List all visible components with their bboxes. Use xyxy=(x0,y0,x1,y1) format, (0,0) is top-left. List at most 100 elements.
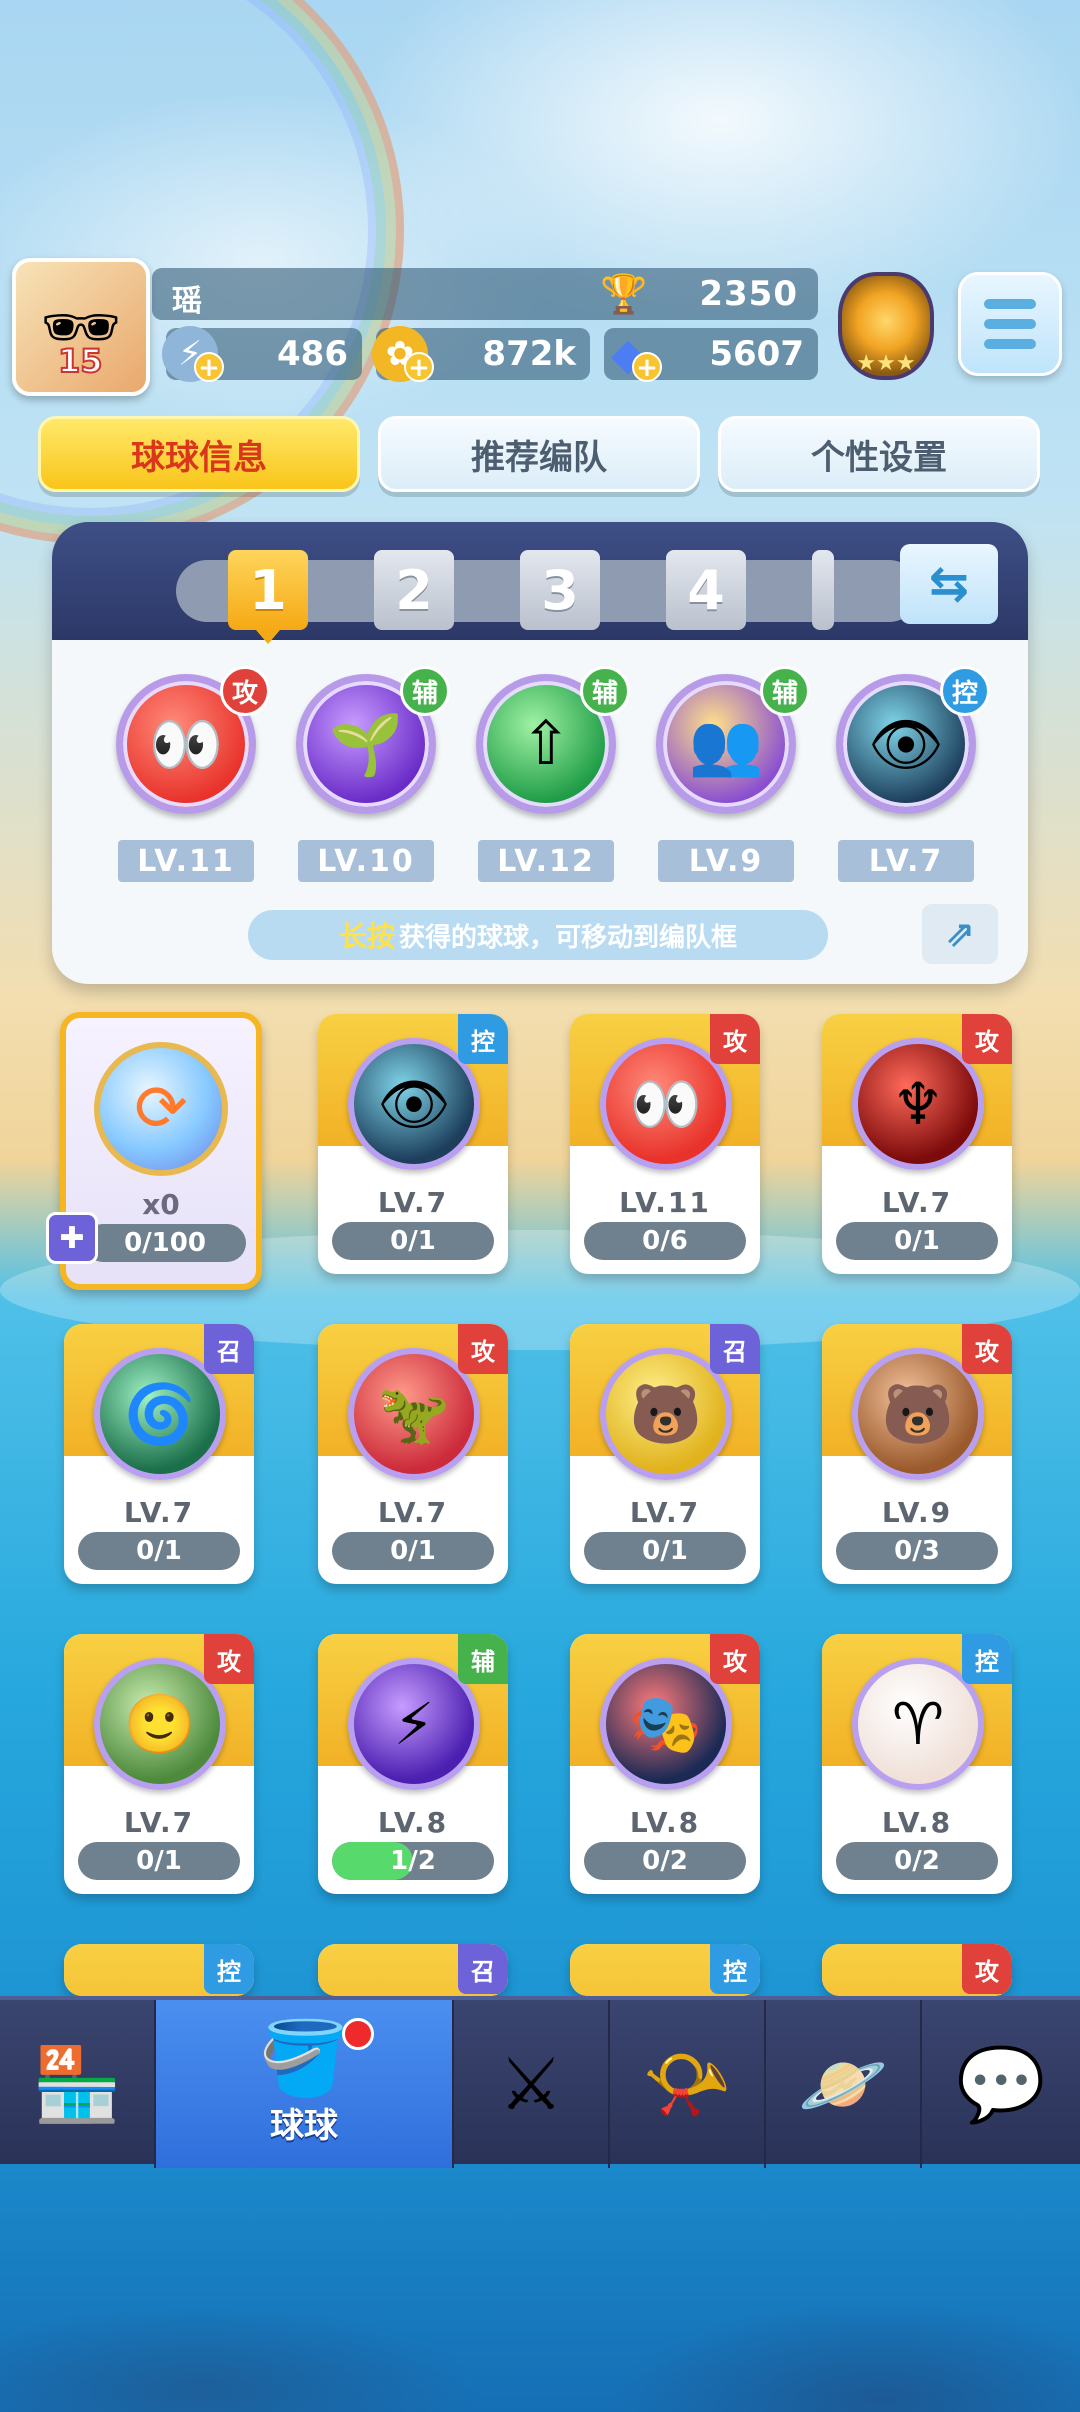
role-tag: 攻 xyxy=(962,1014,1012,1064)
card-level: LV.11 xyxy=(619,1186,711,1219)
ball-card-partial[interactable]: 召 xyxy=(318,1944,508,1996)
team-slot-1[interactable]: 1 xyxy=(228,550,308,644)
team-member[interactable]: 👁 控 LV.7 xyxy=(828,666,990,924)
ball-card[interactable]: 🙂 攻 LV.7 0/1 xyxy=(64,1634,254,1894)
team-slot-4[interactable]: 4 xyxy=(666,550,746,630)
role-tag: 辅 xyxy=(458,1634,508,1684)
ball-card[interactable]: 🎭 攻 LV.8 0/2 xyxy=(570,1634,760,1894)
card-progress-bar: 0/2 xyxy=(836,1842,998,1880)
member-level: LV.7 xyxy=(838,840,974,882)
nav-whistle[interactable]: 📯 xyxy=(610,2000,766,2168)
tab-ball-info[interactable]: 球球信息 xyxy=(38,416,360,492)
role-tag: 召 xyxy=(710,1324,760,1374)
player-name-bar: 瑶 🏆 2350 xyxy=(152,268,818,320)
card-progress-text: 0/3 xyxy=(894,1536,940,1566)
card-progress-bar: 1/2 xyxy=(332,1842,494,1880)
role-tag: 攻 xyxy=(710,1634,760,1684)
ball-card[interactable]: 🦖 攻 LV.7 0/1 xyxy=(318,1324,508,1584)
role-tag: 攻 xyxy=(220,666,270,716)
rank-badge-icon[interactable]: ★★★ xyxy=(838,272,934,380)
energy-resource[interactable]: ⚡ + 486 xyxy=(162,326,362,382)
team-slot-3[interactable]: 3 xyxy=(520,550,600,630)
avatar-level: 15 xyxy=(57,341,104,381)
card-level: LV.8 xyxy=(629,1806,701,1839)
role-tag: 攻 xyxy=(962,1324,1012,1374)
role-tag: 攻 xyxy=(962,1944,1012,1994)
chat-heart-icon: 💬 xyxy=(956,2042,1046,2126)
tab-recommended-team[interactable]: 推荐编队 xyxy=(378,416,700,492)
team-member[interactable]: 👥 辅 LV.9 xyxy=(648,666,810,924)
gold-value: 872k xyxy=(482,334,576,374)
add-gold-icon[interactable]: + xyxy=(404,352,434,382)
team-slot-5-partial[interactable] xyxy=(812,550,834,630)
seabed-decoration xyxy=(0,2170,1080,2412)
team-member[interactable]: 👀 攻 LV.11 xyxy=(108,666,270,924)
gold-resource[interactable]: ✿ + 872k xyxy=(372,326,590,382)
ball-card-partial[interactable]: 控 xyxy=(570,1944,760,1996)
shop-icon: 🏪 xyxy=(32,2042,122,2126)
crossed-swords-icon: ⚔ xyxy=(498,2042,564,2126)
ball-card[interactable]: 👀 攻 LV.11 0/6 xyxy=(570,1014,760,1274)
menu-button[interactable] xyxy=(958,272,1062,376)
role-tag: 攻 xyxy=(710,1014,760,1064)
team-member[interactable]: ⇧ 辅 LV.12 xyxy=(468,666,630,924)
nav-planet[interactable]: 🪐 xyxy=(766,2000,922,2168)
role-tag: 辅 xyxy=(760,666,810,716)
member-level: LV.11 xyxy=(118,840,254,882)
role-tag: 召 xyxy=(204,1324,254,1374)
team-slot-2[interactable]: 2 xyxy=(374,550,454,630)
bottom-navigation: 🏪 🪣 球球 ⚔ 📯 🪐 💬 xyxy=(0,1996,1080,2168)
team-member[interactable]: 🌱 辅 LV.10 xyxy=(288,666,450,924)
ball-card[interactable]: 🐻 召 LV.7 0/1 xyxy=(570,1324,760,1584)
card-progress-text: 0/1 xyxy=(390,1536,436,1566)
special-progress-text: 0/100 xyxy=(124,1228,206,1258)
ball-card[interactable]: 🌀 召 LV.7 0/1 xyxy=(64,1324,254,1584)
energy-value: 486 xyxy=(277,334,348,374)
menu-line-icon xyxy=(984,319,1036,329)
hint-text: 获得的球球，可移动到编队框 xyxy=(399,922,738,953)
card-level: LV.7 xyxy=(881,1186,953,1219)
ball-card[interactable]: 🐻 攻 LV.9 0/3 xyxy=(822,1324,1012,1584)
notification-dot xyxy=(342,2018,374,2050)
trophy-icon: 🏆 xyxy=(600,272,648,316)
card-level: LV.8 xyxy=(377,1806,449,1839)
member-level: LV.10 xyxy=(298,840,434,882)
special-progress-bar: 0/100 xyxy=(84,1224,246,1262)
card-progress-text: 1/2 xyxy=(390,1846,436,1876)
gem-resource[interactable]: ◆ + 5607 xyxy=(604,328,818,382)
add-energy-icon[interactable]: + xyxy=(194,352,224,382)
role-tag: 辅 xyxy=(400,666,450,716)
ball-card[interactable]: ♈ 控 LV.8 0/2 xyxy=(822,1634,1012,1894)
player-name: 瑶 xyxy=(172,284,202,319)
tab-personal-settings[interactable]: 个性设置 xyxy=(718,416,1040,492)
card-progress-text: 0/1 xyxy=(136,1536,182,1566)
card-level: LV.8 xyxy=(881,1806,953,1839)
card-progress-bar: 0/6 xyxy=(584,1222,746,1260)
card-progress-bar: 0/1 xyxy=(836,1222,998,1260)
member-level: LV.9 xyxy=(658,840,794,882)
swap-team-button[interactable]: ⇆ xyxy=(900,544,998,624)
role-tag: 控 xyxy=(962,1634,1012,1684)
add-gem-icon[interactable]: + xyxy=(632,352,662,382)
ball-card[interactable]: ⚡ 辅 LV.8 1/2 xyxy=(318,1634,508,1894)
card-progress-bar: 0/3 xyxy=(836,1532,998,1570)
role-tag: 控 xyxy=(940,666,990,716)
card-level: LV.7 xyxy=(377,1496,449,1529)
nav-shop[interactable]: 🏪 xyxy=(0,2000,156,2168)
card-progress-text: 0/1 xyxy=(894,1226,940,1256)
share-button[interactable]: ⇗ xyxy=(922,904,998,964)
puzzle-icon: ✚ xyxy=(46,1212,98,1264)
role-tag: 召 xyxy=(458,1944,508,1994)
ball-card-partial[interactable]: 控 xyxy=(64,1944,254,1996)
nav-balls[interactable]: 🪣 球球 xyxy=(156,2000,454,2168)
ball-card-partial[interactable]: 攻 xyxy=(822,1944,1012,1996)
nav-battle[interactable]: ⚔ xyxy=(454,2000,610,2168)
card-level: LV.7 xyxy=(123,1496,195,1529)
card-progress-bar: 0/1 xyxy=(584,1532,746,1570)
nav-chat[interactable]: 💬 xyxy=(922,2000,1080,2168)
ball-card[interactable]: ♆ 攻 LV.7 0/1 xyxy=(822,1014,1012,1274)
ball-card[interactable]: 👁 控 LV.7 0/1 xyxy=(318,1014,508,1274)
member-level: LV.12 xyxy=(478,840,614,882)
card-level: LV.7 xyxy=(629,1496,701,1529)
card-level: LV.7 xyxy=(123,1806,195,1839)
